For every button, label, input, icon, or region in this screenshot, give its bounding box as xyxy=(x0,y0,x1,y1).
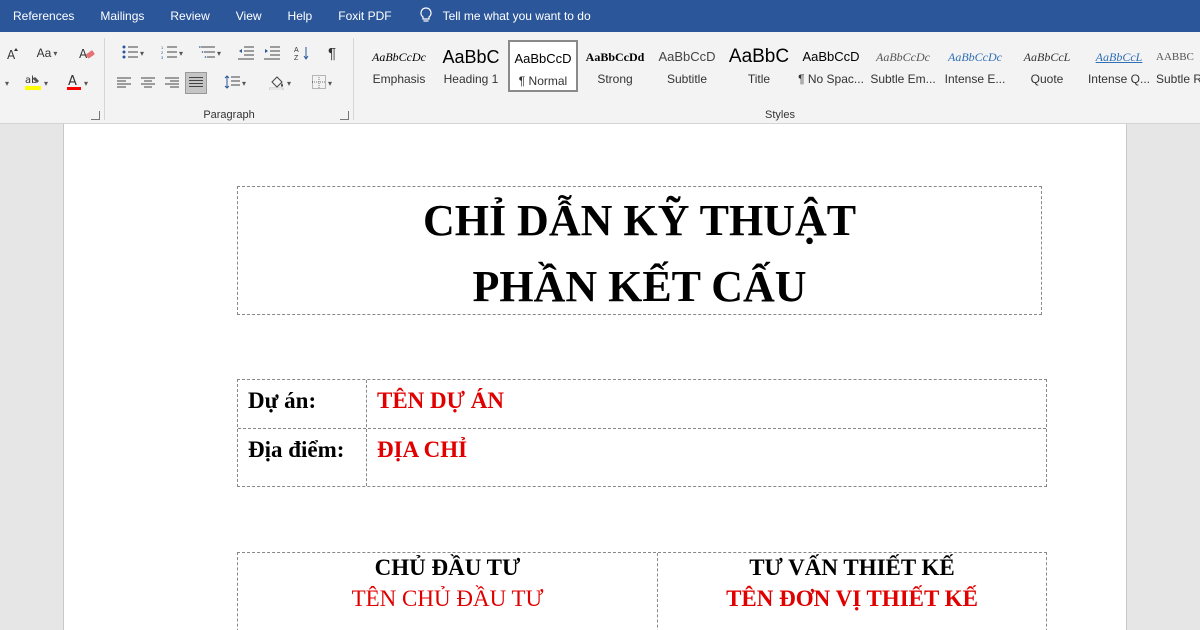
align-right-icon[interactable] xyxy=(161,72,183,94)
bullets-button[interactable]: ▾ xyxy=(113,42,153,64)
style-intense-quote[interactable]: AaBbCcL Intense Q... xyxy=(1084,40,1154,92)
owner-value: TÊN CHỦ ĐẦU TƯ xyxy=(351,586,544,611)
style-emphasis[interactable]: AaBbCcDc Emphasis xyxy=(364,40,434,92)
parties-table[interactable]: CHỦ ĐẦU TƯ TÊN CHỦ ĐẦU TƯ TƯ VẤN THIẾT K… xyxy=(237,552,1047,630)
chevron-down-icon: ▾ xyxy=(241,78,246,88)
borders-icon xyxy=(311,74,326,92)
group-divider xyxy=(353,38,354,120)
tab-mailings[interactable]: Mailings xyxy=(87,0,157,32)
text-highlight-icon: ab xyxy=(24,73,42,94)
style-title[interactable]: AaBbC Title xyxy=(724,40,794,92)
paragraph-group: ▾ 123 ▾ ▾ AZ ¶ ▾ ▾ ▾ Paragraph xyxy=(105,32,353,124)
multilevel-list-icon xyxy=(198,45,215,62)
style-strong[interactable]: AaBbCcDd Strong xyxy=(580,40,650,92)
project-value: TÊN DỰ ÁN xyxy=(377,388,504,413)
clear-formatting-icon[interactable]: A xyxy=(76,42,98,64)
show-marks-icon[interactable]: ¶ xyxy=(321,42,343,64)
location-value: ĐỊA CHỈ xyxy=(377,437,468,462)
svg-text:3: 3 xyxy=(161,55,164,59)
decrease-indent-icon[interactable] xyxy=(235,42,257,64)
chevron-down-icon[interactable]: ▾ xyxy=(0,72,12,94)
font-color-icon: A xyxy=(66,73,82,94)
styles-gallery: AaBbCcDc Emphasis AaBbC Heading 1 AaBbCc… xyxy=(360,32,1200,124)
justify-button[interactable] xyxy=(185,72,207,94)
consultant-cell: TƯ VẤN THIẾT KẾ TÊN ĐƠN VỊ THIẾT KẾ xyxy=(658,553,1046,612)
justify-icon xyxy=(189,77,203,89)
chevron-down-icon: ▾ xyxy=(43,78,48,88)
line-spacing-button[interactable]: ▾ xyxy=(215,72,255,94)
borders-button[interactable]: ▾ xyxy=(303,72,341,94)
consultant-value: TÊN ĐƠN VỊ THIẾT KẾ xyxy=(726,586,978,611)
svg-text:A: A xyxy=(7,48,16,60)
document-page[interactable]: CHỈ DẪN KỸ THUẬT PHẦN KẾT CẤU Dự án: TÊN… xyxy=(63,124,1127,630)
line-spacing-icon xyxy=(224,74,240,92)
align-left-icon[interactable] xyxy=(113,72,135,94)
text-highlight-button[interactable]: ab ▾ xyxy=(20,72,52,94)
ribbon: A Aa ▾ A ▾ ab ▾ A ▾ ▾ 123 ▾ ▾ A Z ¶ ▾ ▾ … xyxy=(0,32,1200,124)
svg-text:A: A xyxy=(294,47,299,54)
shading-button[interactable]: ▾ xyxy=(261,72,299,94)
numbering-button[interactable]: 123 ▾ xyxy=(153,42,191,64)
font-group: A Aa ▾ A ▾ ab ▾ A ▾ xyxy=(0,32,104,124)
tab-foxit-pdf[interactable]: Foxit PDF xyxy=(325,0,404,32)
styles-group-label: Styles xyxy=(765,109,795,121)
tell-me-text: Tell me what you want to do xyxy=(442,9,591,23)
tab-review[interactable]: Review xyxy=(157,0,222,32)
svg-text:Z: Z xyxy=(294,55,299,61)
increase-indent-icon[interactable] xyxy=(261,42,283,64)
grow-font-icon[interactable]: A xyxy=(4,42,22,64)
change-case-icon: Aa xyxy=(36,46,52,60)
style-normal[interactable]: AaBbCcD ¶ Normal xyxy=(508,40,578,92)
style-subtle-emphasis[interactable]: AaBbCcDc Subtle Em... xyxy=(868,40,938,92)
change-case-button[interactable]: Aa ▾ xyxy=(30,42,64,64)
location-label: Địa điểm: xyxy=(248,437,345,462)
lightbulb-icon xyxy=(419,6,433,26)
bullets-icon xyxy=(122,45,138,62)
chevron-down-icon: ▾ xyxy=(53,48,58,58)
align-center-icon[interactable] xyxy=(137,72,159,94)
chevron-down-icon: ▾ xyxy=(139,48,144,58)
title-line-2: PHẦN KẾT CẤU xyxy=(472,262,807,311)
tab-help[interactable]: Help xyxy=(275,0,326,32)
font-color-button[interactable]: A ▾ xyxy=(60,72,94,94)
owner-cell: CHỦ ĐẦU TƯ TÊN CHỦ ĐẦU TƯ xyxy=(238,553,657,612)
document-canvas: CHỈ DẪN KỸ THUẬT PHẦN KẾT CẤU Dự án: TÊN… xyxy=(0,124,1200,630)
tell-me-box[interactable]: Tell me what you want to do xyxy=(405,6,591,26)
multilevel-list-button[interactable]: ▾ xyxy=(191,42,229,64)
chevron-down-icon: ▾ xyxy=(327,78,332,88)
paragraph-dialog-launcher[interactable] xyxy=(340,111,349,120)
chevron-down-icon: ▾ xyxy=(178,48,183,58)
style-subtitle[interactable]: AaBbCcD Subtitle xyxy=(652,40,722,92)
ribbon-tab-bar: References Mailings Review View Help Fox… xyxy=(0,0,1200,32)
tab-view[interactable]: View xyxy=(223,0,275,32)
column-divider xyxy=(366,380,367,486)
chevron-down-icon: ▾ xyxy=(83,78,88,88)
sort-icon[interactable]: AZ xyxy=(291,42,313,64)
project-info-table[interactable]: Dự án: TÊN DỰ ÁN Địa điểm: ĐỊA CHỈ xyxy=(237,379,1047,487)
owner-heading: CHỦ ĐẦU TƯ xyxy=(374,555,521,580)
style-heading-1[interactable]: AaBbC Heading 1 xyxy=(436,40,506,92)
title-box[interactable]: CHỈ DẪN KỸ THUẬT PHẦN KẾT CẤU xyxy=(237,186,1042,315)
style-intense-emphasis[interactable]: AaBbCcDc Intense E... xyxy=(940,40,1010,92)
tab-references[interactable]: References xyxy=(0,0,87,32)
title-line-1: CHỈ DẪN KỸ THUẬT xyxy=(422,196,857,245)
row-divider xyxy=(238,428,1046,429)
svg-text:A: A xyxy=(68,74,77,89)
consultant-heading: TƯ VẤN THIẾT KẾ xyxy=(749,555,955,580)
style-quote[interactable]: AaBbCcL Quote xyxy=(1012,40,1082,92)
font-dialog-launcher[interactable] xyxy=(91,111,100,120)
chevron-down-icon: ▾ xyxy=(216,48,221,58)
style-no-spacing[interactable]: AaBbCcD ¶ No Spac... xyxy=(796,40,866,92)
project-label: Dự án: xyxy=(248,388,317,413)
numbering-icon: 123 xyxy=(161,45,177,62)
shading-icon xyxy=(268,74,285,93)
chevron-down-icon: ▾ xyxy=(286,78,291,88)
style-subtle-reference[interactable]: AABBC Subtle R xyxy=(1156,40,1200,92)
paragraph-group-label: Paragraph xyxy=(203,109,255,121)
